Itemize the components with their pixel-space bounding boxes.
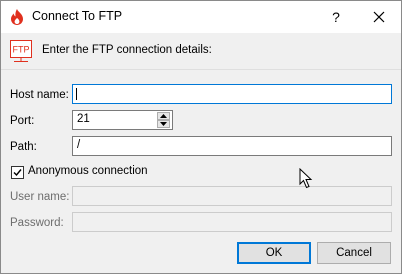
connect-ftp-dialog: Connect To FTP ? FTP Enter the FTP conne…	[0, 0, 402, 274]
path-input[interactable]: /	[72, 136, 392, 156]
port-value: 21	[77, 113, 90, 125]
ftp-icon-label: FTP	[13, 45, 30, 55]
header-band: FTP Enter the FTP connection details:	[1, 33, 401, 69]
spin-up-button[interactable]	[157, 112, 170, 120]
ftp-icon: FTP	[10, 40, 32, 62]
password-input[interactable]	[72, 212, 392, 232]
help-button[interactable]: ?	[319, 1, 353, 33]
close-icon	[373, 11, 385, 23]
mouse-pointer-icon	[299, 168, 313, 189]
user-name-input[interactable]	[72, 186, 392, 206]
chevron-down-icon	[160, 122, 167, 126]
ok-button-label: OK	[265, 247, 283, 259]
flame-icon	[11, 9, 23, 25]
spin-down-button[interactable]	[157, 120, 170, 128]
check-icon	[13, 169, 22, 177]
host-name-label: Host name:	[10, 89, 69, 101]
user-name-label: User name:	[10, 191, 70, 203]
text-caret	[76, 88, 77, 100]
chevron-up-icon	[160, 114, 167, 118]
help-label: ?	[332, 9, 340, 25]
cancel-button-label: Cancel	[336, 247, 372, 259]
host-name-input[interactable]	[72, 84, 392, 104]
window-title: Connect To FTP	[32, 9, 123, 23]
anonymous-checkbox[interactable]	[11, 166, 24, 179]
path-label: Path:	[10, 141, 37, 153]
title-bar[interactable]: Connect To FTP ?	[1, 1, 401, 33]
port-stepper[interactable]: 21	[72, 110, 173, 130]
password-label: Password:	[10, 217, 64, 229]
close-button[interactable]	[361, 1, 397, 33]
anonymous-label[interactable]: Anonymous connection	[28, 165, 148, 177]
port-label: Port:	[10, 115, 35, 127]
port-spinner	[157, 111, 171, 129]
header-text: Enter the FTP connection details:	[42, 44, 212, 56]
path-value: /	[77, 139, 81, 151]
cancel-button[interactable]: Cancel	[317, 242, 391, 264]
ok-button[interactable]: OK	[237, 242, 311, 264]
